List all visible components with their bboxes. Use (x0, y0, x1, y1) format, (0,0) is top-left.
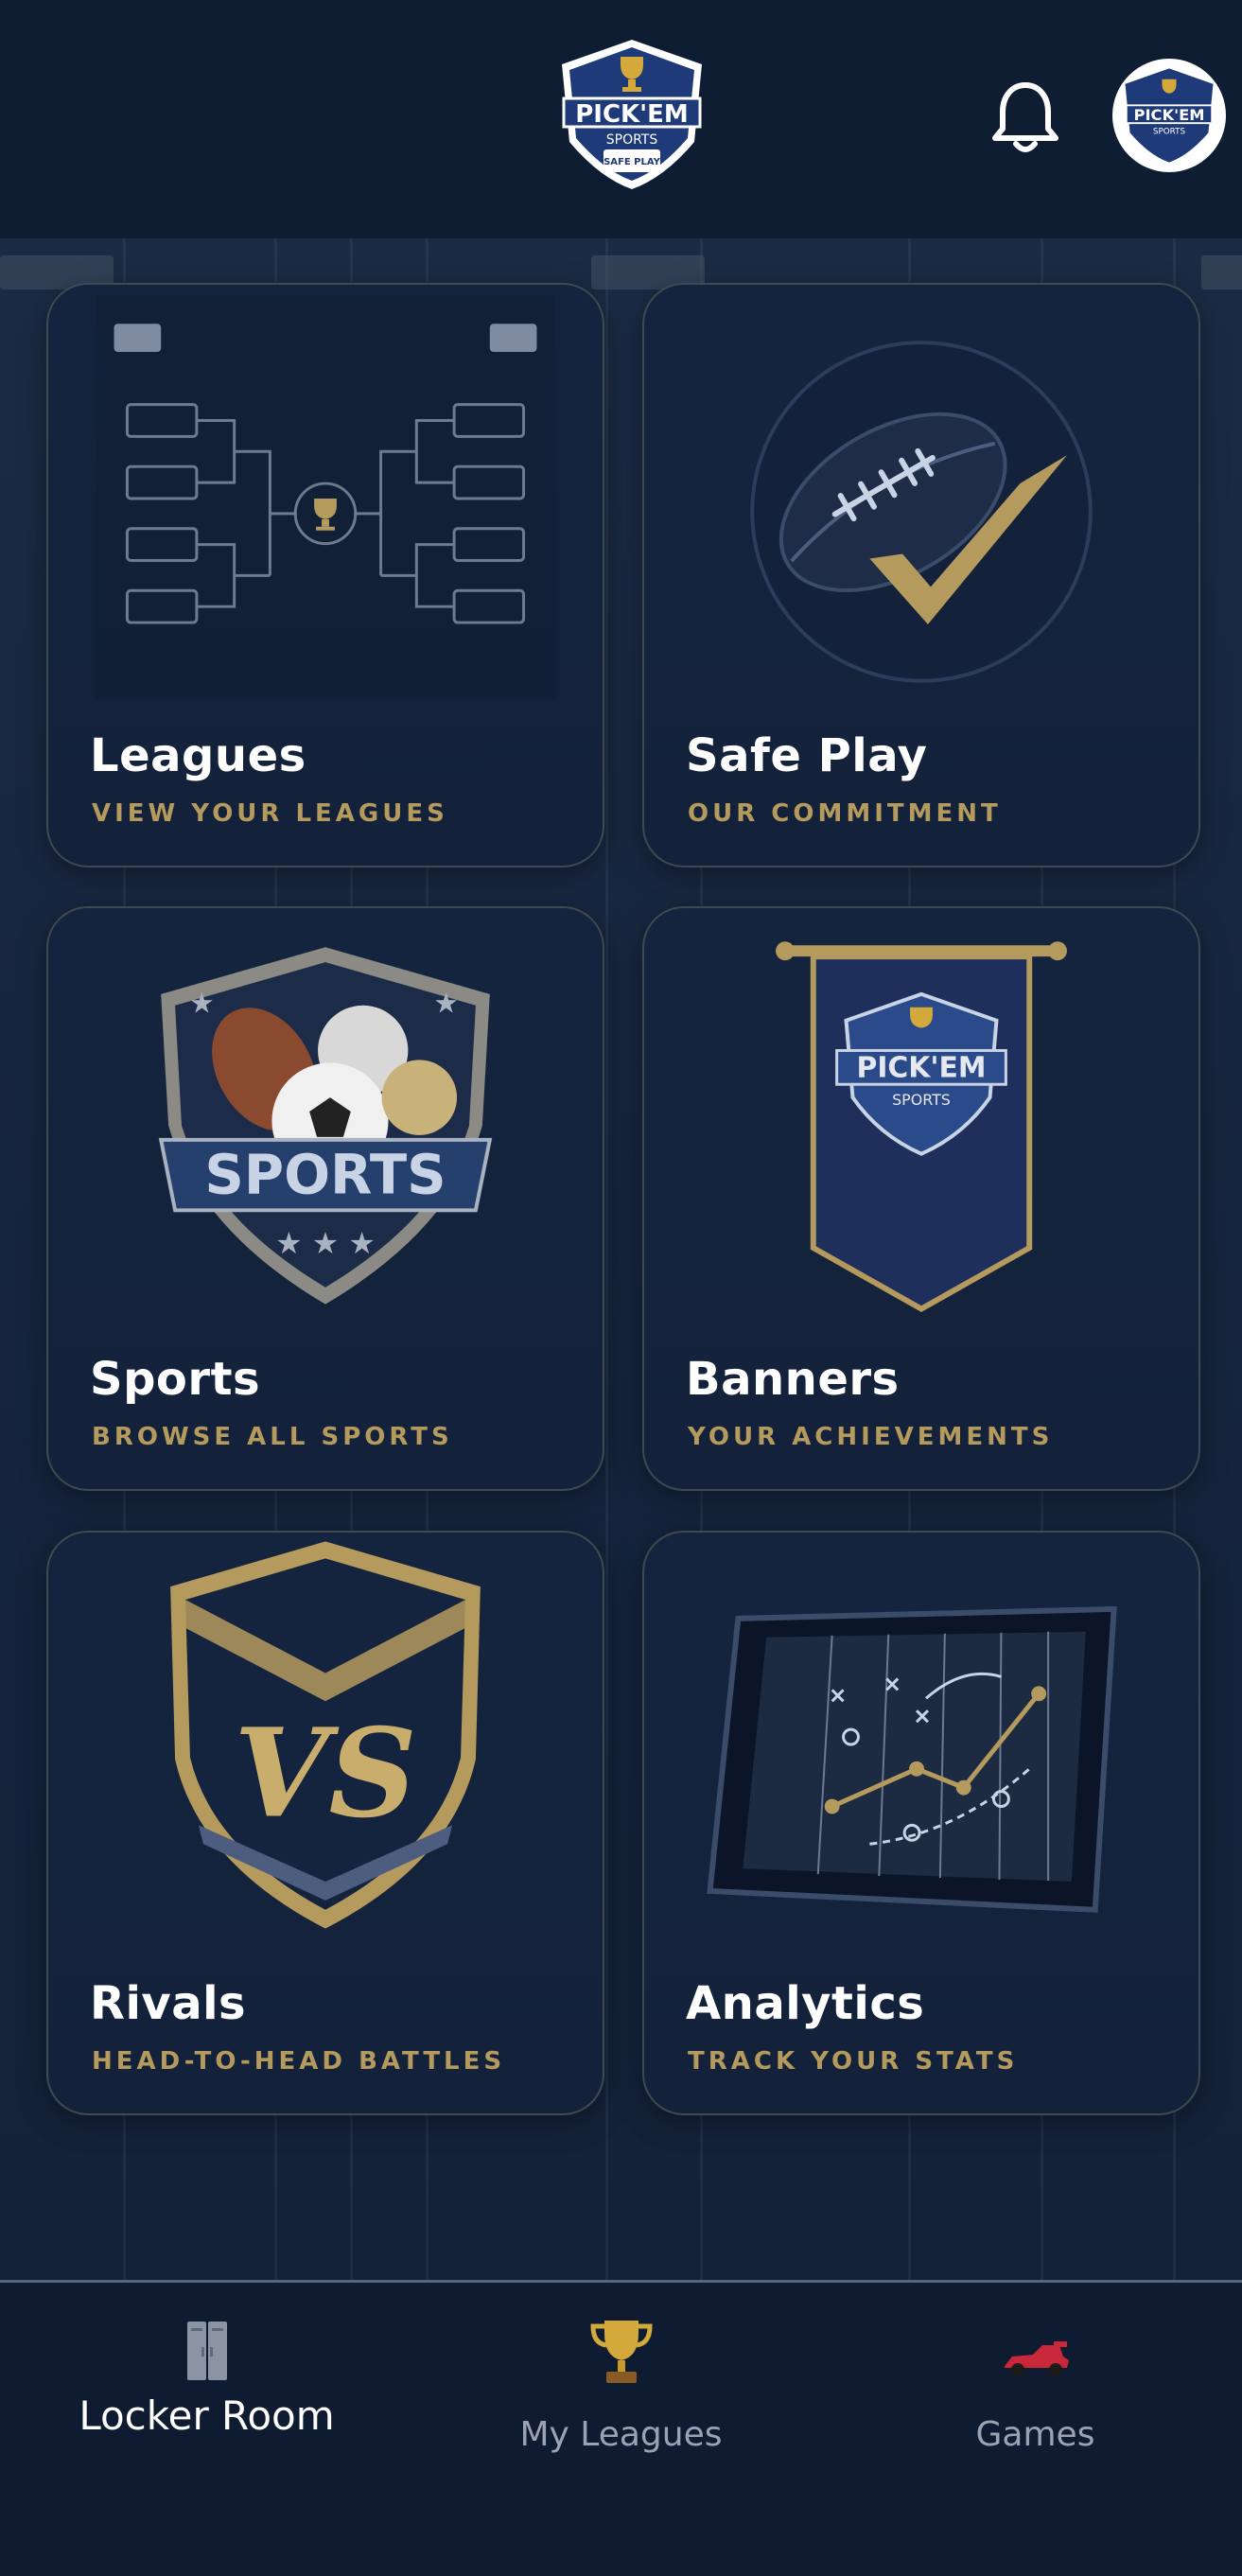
locker-icon (186, 2322, 227, 2380)
bottom-nav: Locker Room My Leagues Games (0, 2280, 1242, 2576)
card-subtitle: HEAD-TO-HEAD BATTLES (92, 2047, 506, 2076)
card-title: Rivals (90, 1977, 247, 2030)
svg-text:SPORTS: SPORTS (204, 1143, 446, 1206)
tab-locker-room[interactable]: Locker Room (0, 2283, 413, 2472)
football-checkmark-icon (644, 285, 1198, 701)
banners-card[interactable]: PICK'EM SPORTS Banners YOUR ACHIEVEMENTS (642, 906, 1200, 1491)
rivals-card[interactable]: VS Rivals HEAD-TO-HEAD BATTLES (46, 1531, 604, 2115)
svg-text:SPORTS: SPORTS (1153, 127, 1186, 136)
card-title: Safe Play (686, 729, 928, 782)
svg-text:PICK'EM: PICK'EM (857, 1051, 987, 1084)
avatar[interactable]: PICK'EM SPORTS (1112, 59, 1226, 172)
safe-play-card[interactable]: Safe Play OUR COMMITMENT (642, 283, 1200, 867)
card-title: Analytics (686, 1977, 925, 2030)
svg-text:SPORTS: SPORTS (892, 1091, 951, 1109)
playbook-tablet-icon (644, 1533, 1198, 1949)
svg-text:★ ★ ★: ★ ★ ★ (275, 1227, 376, 1261)
card-subtitle: VIEW YOUR LEAGUES (92, 799, 448, 828)
pennant-banner-icon: PICK'EM SPORTS (644, 908, 1198, 1324)
svg-text:★: ★ (433, 988, 459, 1021)
sports-shield-icon: SPORTS ★ ★ ★ ★ ★ (48, 908, 603, 1324)
trophy-icon (589, 2321, 653, 2383)
tab-label: My Leagues (519, 2415, 723, 2454)
card-title: Leagues (90, 729, 306, 782)
tab-my-leagues[interactable]: My Leagues (414, 2283, 828, 2472)
svg-text:★: ★ (189, 988, 215, 1021)
card-subtitle: OUR COMMITMENT (688, 799, 1002, 828)
tournament-bracket-icon (48, 285, 603, 701)
svg-text:PICK'EM: PICK'EM (1133, 106, 1204, 124)
card-subtitle: TRACK YOUR STATS (688, 2047, 1019, 2076)
svg-text:PICK'EM: PICK'EM (575, 100, 689, 129)
card-subtitle: YOUR ACHIEVEMENTS (688, 1423, 1054, 1451)
vs-shield-icon: VS (48, 1533, 603, 1949)
svg-text:SPORTS: SPORTS (606, 132, 658, 148)
card-title: Banners (686, 1353, 900, 1406)
analytics-card[interactable]: Analytics TRACK YOUR STATS (642, 1531, 1200, 2115)
svg-text:VS: VS (234, 1702, 416, 1845)
sports-card[interactable]: SPORTS ★ ★ ★ ★ ★ Sports BROWSE ALL SPORT… (46, 906, 604, 1491)
race-car-icon (1004, 2341, 1069, 2376)
pickem-sports-logo-icon[interactable]: PICK'EM SPORTS SAFE PLAY (551, 36, 713, 193)
tab-label: Locker Room (79, 2392, 335, 2439)
app-header: PICK'EM SPORTS SAFE PLAY PICK'EM SPORTS (0, 0, 1242, 238)
svg-text:SAFE PLAY: SAFE PLAY (604, 157, 661, 167)
card-subtitle: BROWSE ALL SPORTS (92, 1423, 453, 1451)
card-title: Sports (90, 1353, 261, 1406)
leagues-card[interactable]: Leagues VIEW YOUR LEAGUES (46, 283, 604, 867)
pickem-sports-logo-icon: PICK'EM SPORTS (1125, 68, 1214, 163)
tab-label: Games (975, 2415, 1095, 2454)
bell-icon[interactable] (991, 79, 1059, 155)
tab-games[interactable]: Games (829, 2283, 1242, 2472)
